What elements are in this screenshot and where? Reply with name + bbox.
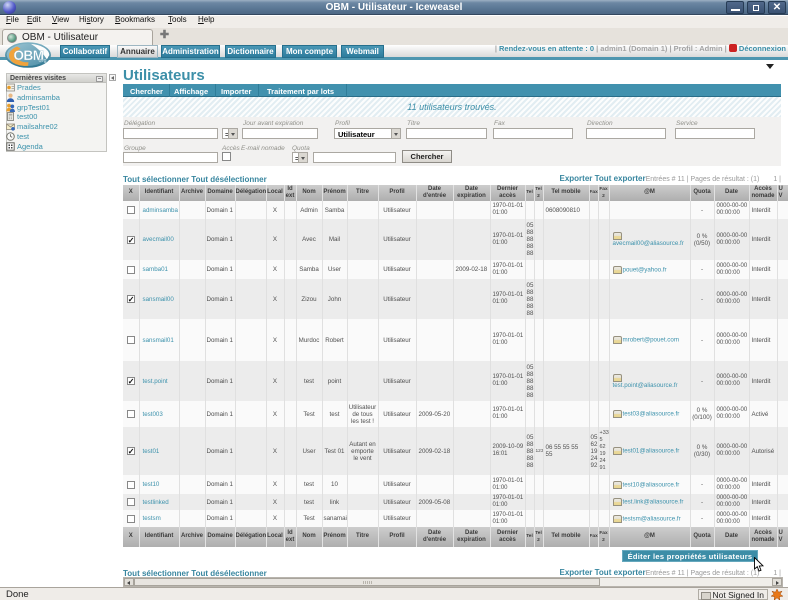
svg-text:org: org [39, 58, 47, 64]
